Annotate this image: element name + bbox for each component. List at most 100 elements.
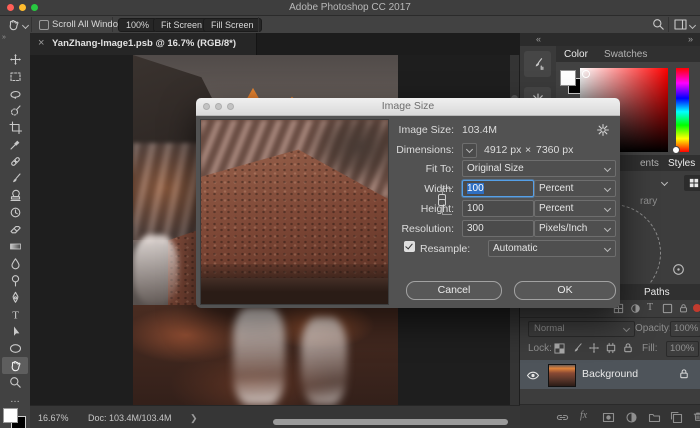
filter-smart-objects-icon[interactable] <box>678 303 689 314</box>
height-input[interactable]: 100 <box>462 200 534 217</box>
sync-status-icon[interactable] <box>672 263 685 276</box>
expand-panels-icon[interactable]: « <box>536 34 541 44</box>
brush-tool[interactable] <box>2 170 28 187</box>
lock-artboard-icon[interactable] <box>605 342 617 354</box>
new-group-folder-icon[interactable] <box>648 411 661 424</box>
fit-to-label: Fit To: <box>334 163 454 175</box>
workspace-switcher-icon[interactable] <box>674 19 687 30</box>
tab-styles[interactable]: Styles <box>668 158 695 169</box>
brush-settings-panel-icon[interactable] <box>524 51 551 77</box>
lock-position-icon[interactable] <box>588 342 600 354</box>
layer-name[interactable]: Background <box>582 368 638 380</box>
resample-checkbox[interactable] <box>404 241 415 252</box>
filter-shape-layers-icon[interactable] <box>662 303 673 314</box>
layer-thumbnail[interactable] <box>548 364 576 387</box>
grid-view-button[interactable] <box>684 175 700 191</box>
layer-visibility-eye-icon[interactable] <box>526 370 540 381</box>
cancel-button[interactable]: Cancel <box>406 281 502 300</box>
fill-value: 100% <box>670 343 694 354</box>
opacity-field[interactable]: 100% <box>670 321 700 337</box>
path-selection-tool[interactable] <box>2 323 28 340</box>
lock-all-icon[interactable] <box>622 342 634 354</box>
hand-tool-options-icon[interactable] <box>7 18 20 31</box>
resample-dropdown[interactable]: Automatic <box>488 240 616 257</box>
lasso-tool[interactable] <box>2 85 28 102</box>
close-document-icon[interactable]: × <box>38 37 44 49</box>
filter-type-layers-icon[interactable]: T <box>647 302 653 313</box>
dialog-options-gear-icon[interactable] <box>596 123 610 137</box>
gradient-tool[interactable] <box>2 238 28 255</box>
new-layer-icon[interactable] <box>670 411 683 424</box>
layer-style-fx-icon[interactable]: fx <box>580 410 587 421</box>
height-unit-dropdown[interactable]: Percent <box>534 200 616 217</box>
zoom-tool[interactable] <box>2 374 28 391</box>
link-layers-icon[interactable] <box>556 411 569 424</box>
marquee-tool[interactable] <box>2 68 28 85</box>
foreground-color-swatch-panel[interactable] <box>560 70 576 86</box>
zoom-level-field[interactable]: 16.67% <box>38 413 69 423</box>
width-unit-value: Percent <box>539 183 573 194</box>
new-adjustment-layer-icon[interactable] <box>625 411 638 424</box>
tab-swatches[interactable]: Swatches <box>604 49 647 60</box>
hue-slider[interactable] <box>676 68 689 152</box>
workspace-chevron-icon[interactable] <box>689 22 696 29</box>
eraser-tool[interactable] <box>2 221 28 238</box>
pen-tool[interactable] <box>2 289 28 306</box>
resolution-input[interactable]: 300 <box>462 220 534 237</box>
clone-stamp-tool[interactable] <box>2 187 28 204</box>
layer-lock-icon <box>678 368 690 380</box>
add-layer-mask-icon[interactable] <box>602 411 615 424</box>
fit-to-dropdown[interactable]: Original Size <box>462 160 616 177</box>
app-title: Adobe Photoshop CC 2017 <box>0 2 700 13</box>
lock-image-pixels-icon[interactable] <box>571 342 583 354</box>
horizontal-scrollbar-thumb[interactable] <box>273 419 508 425</box>
options-separator <box>31 17 32 32</box>
resolution-unit-dropdown[interactable]: Pixels/Inch <box>534 220 616 237</box>
type-tool[interactable]: T <box>2 306 28 323</box>
fill-screen-button[interactable]: Fill Screen <box>203 18 262 32</box>
fill-field[interactable]: 100% <box>666 341 699 357</box>
edit-toolbar-ellipsis[interactable]: … <box>2 391 28 408</box>
dodge-tool[interactable] <box>2 272 28 289</box>
lock-transparent-pixels-icon[interactable] <box>554 343 565 354</box>
crop-tool[interactable] <box>2 119 28 136</box>
delete-layer-icon[interactable] <box>692 410 700 423</box>
fit-screen-button[interactable]: Fit Screen <box>153 18 210 32</box>
panel-dropdown-chevron-icon[interactable] <box>661 179 668 186</box>
dialog-title-bar[interactable]: Image Size <box>196 98 620 116</box>
width-input[interactable]: 100 <box>462 180 534 197</box>
layer-filter-toggle-pin[interactable] <box>693 304 700 312</box>
foreground-color-swatch[interactable] <box>3 408 18 423</box>
dialog-title: Image Size <box>196 100 620 112</box>
history-brush-tool[interactable] <box>2 204 28 221</box>
zoom-100-button[interactable]: 100% <box>118 18 157 32</box>
toolbar-collapse-icon[interactable]: » <box>2 34 6 41</box>
ok-button[interactable]: OK <box>514 281 616 300</box>
ellipse-tool[interactable] <box>2 340 28 357</box>
search-icon[interactable] <box>652 18 665 31</box>
dimensions-unit-dropdown[interactable] <box>462 143 477 158</box>
status-expand-icon[interactable]: ❯ <box>190 413 198 424</box>
tab-color[interactable]: Color <box>564 49 588 60</box>
tab-paths[interactable]: Paths <box>644 287 670 298</box>
document-tab[interactable]: × YanZhang-Image1.psb @ 16.7% (RGB/8*) <box>30 33 257 55</box>
hue-slider-marker[interactable] <box>672 146 680 154</box>
healing-brush-tool[interactable] <box>2 153 28 170</box>
tab-adjustments-partial[interactable]: ents <box>640 158 659 169</box>
blend-mode-dropdown[interactable]: Normal <box>528 321 635 337</box>
collapse-panels-icon[interactable]: » <box>688 34 693 44</box>
tool-preset-chevron-icon[interactable] <box>22 22 29 29</box>
layer-row-background[interactable]: Background <box>520 360 700 389</box>
status-bar: 16.67% Doc: 103.4M/103.4M ❯ <box>30 405 520 428</box>
hand-tool[interactable] <box>2 357 28 374</box>
move-tool[interactable] <box>2 51 28 68</box>
blur-tool[interactable] <box>2 255 28 272</box>
photo-left-waterfall <box>133 235 178 305</box>
width-unit-dropdown[interactable]: Percent <box>534 180 616 197</box>
quick-selection-tool[interactable] <box>2 102 28 119</box>
library-dropdown-partial[interactable]: rary <box>640 196 657 207</box>
eyedropper-tool[interactable] <box>2 136 28 153</box>
filter-adjustment-layers-icon[interactable] <box>630 303 641 314</box>
color-picker-marker[interactable] <box>582 70 590 78</box>
scroll-all-windows-checkbox[interactable] <box>39 20 49 30</box>
